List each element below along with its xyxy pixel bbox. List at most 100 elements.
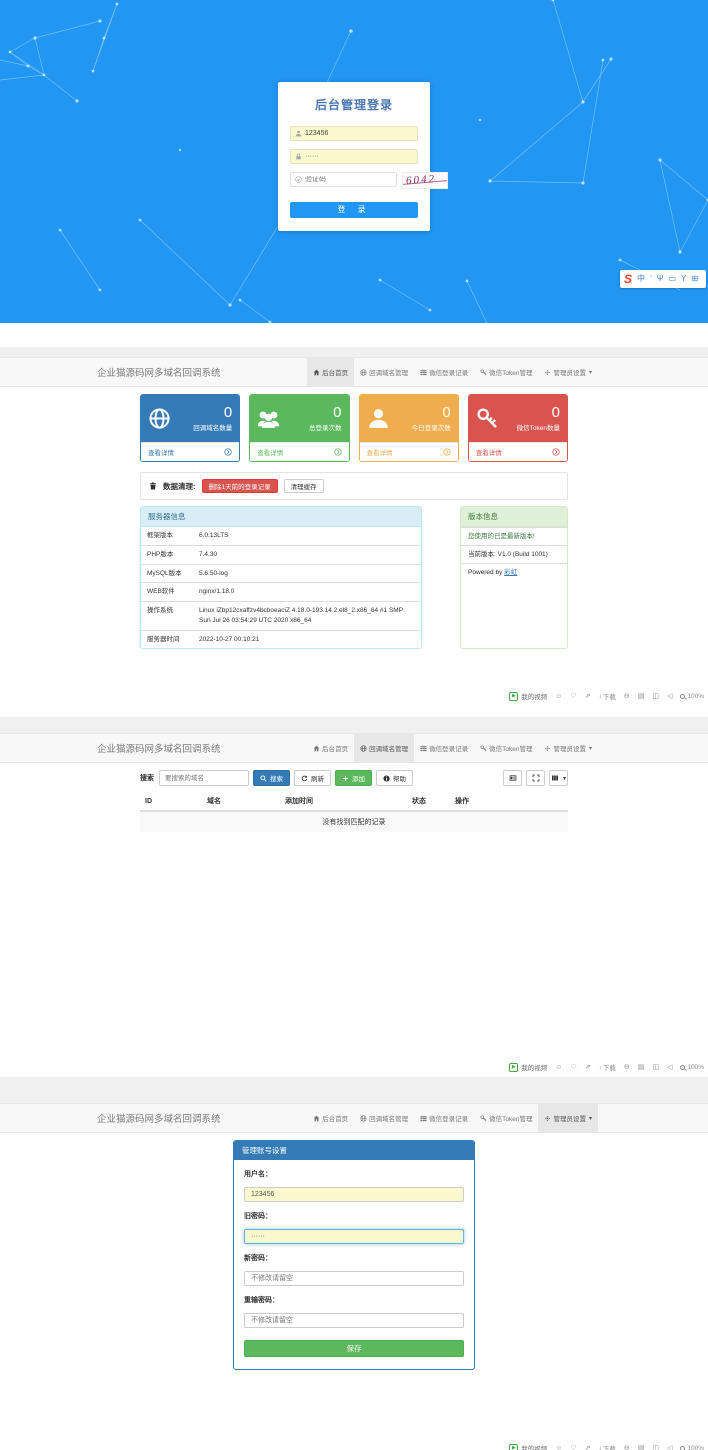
recorder-label[interactable]: 我的视频 <box>521 1062 547 1072</box>
heart-icon[interactable]: ♡ <box>570 1444 576 1450</box>
powered-by-link[interactable]: 彩虹 <box>504 569 517 576</box>
record-icon[interactable]: ⊖ <box>624 692 630 700</box>
nav-item-token[interactable]: 微信Token管理 <box>474 358 538 386</box>
password-field-wrap <box>290 149 418 164</box>
search-input[interactable] <box>159 770 249 786</box>
stat-label: 回调域名数量 <box>193 422 232 432</box>
add-button[interactable]: 添加 <box>335 770 372 786</box>
ime-keyboard-icon[interactable]: ▭ <box>668 275 676 283</box>
nav-item-domains[interactable]: 回调域名管理 <box>354 358 414 386</box>
brand[interactable]: 企业猫源码网多域名回调系统 <box>97 1111 221 1125</box>
stat-cards: 0 回调域名数量 查看详情 0 总登录次数 <box>140 387 568 462</box>
nav-item-admin-settings[interactable]: 管理员设置▾ <box>538 358 598 386</box>
nav-item-login-records[interactable]: 微信登录记录 <box>414 734 474 762</box>
speaker-icon[interactable]: ◁ <box>667 1063 672 1071</box>
save-button[interactable]: 保存 <box>244 1340 464 1357</box>
rocket-icon[interactable]: ⇗ <box>585 1444 591 1450</box>
nav-item-home[interactable]: 后台首页 <box>307 358 354 386</box>
ime-skin-icon[interactable]: Y <box>681 275 686 283</box>
download-button[interactable]: ↓下载 <box>599 691 616 701</box>
help-button[interactable]: 帮助 <box>376 770 413 786</box>
refresh-button[interactable]: 刷新 <box>294 770 331 786</box>
download-button[interactable]: ↓下载 <box>599 1443 616 1450</box>
nav-item-token[interactable]: 微信Token管理 <box>474 734 538 762</box>
play-icon[interactable]: ▶ <box>509 692 518 701</box>
brand[interactable]: 企业猫源码网多域名回调系统 <box>97 741 221 755</box>
heart-icon[interactable]: ♡ <box>570 692 576 700</box>
login-button[interactable]: 登 录 <box>290 202 418 218</box>
captcha-image[interactable]: 6042 <box>402 172 448 189</box>
ime-toolbox-icon[interactable]: ⊞ <box>691 275 698 283</box>
zoom-control[interactable]: 100% <box>680 1445 704 1450</box>
version-info-title: 版本信息 <box>461 507 567 527</box>
stat-card-link[interactable]: 查看详情 <box>469 442 567 461</box>
play-icon[interactable]: ▶ <box>509 1063 518 1072</box>
nav-item-admin-settings[interactable]: 管理员设置▾ <box>538 734 598 762</box>
nav-item-domains[interactable]: 回调域名管理 <box>354 734 414 762</box>
nav-item-login-records[interactable]: 微信登录记录 <box>414 1104 474 1132</box>
clear-cache-button[interactable]: 清理缓存 <box>284 479 324 493</box>
nav-item-domains[interactable]: 回调域名管理 <box>354 1104 414 1132</box>
column-header-id: ID <box>140 792 202 811</box>
nav-item-home[interactable]: 后台首页 <box>307 1104 354 1132</box>
nav-item-token[interactable]: 微信Token管理 <box>474 1104 538 1132</box>
navbar-dashboard: 企业猫源码网多域名回调系统 后台首页 回调域名管理 微信登录记录 微信Token… <box>0 357 708 387</box>
list-icon[interactable]: ▤ <box>638 1444 645 1450</box>
table-row: PHP版本7.4.30 <box>141 545 421 564</box>
speaker-icon[interactable]: ◁ <box>667 1444 672 1450</box>
nav-item-login-records[interactable]: 微信登录记录 <box>414 358 474 386</box>
username-field[interactable] <box>244 1187 464 1202</box>
record-icon[interactable]: ⊖ <box>624 1063 630 1071</box>
fullscreen-button[interactable] <box>526 770 545 786</box>
password-input[interactable] <box>305 153 417 160</box>
stat-card-today-logins: 0 今日登录次数 查看详情 <box>359 394 459 462</box>
stat-card-link[interactable]: 查看详情 <box>250 442 348 461</box>
stat-card-link[interactable]: 查看详情 <box>141 442 239 461</box>
nav-item-admin-settings[interactable]: 管理员设置▾ <box>538 1104 598 1132</box>
brand[interactable]: 企业猫源码网多域名回调系统 <box>97 365 221 379</box>
toggle-view-button[interactable] <box>503 770 522 786</box>
copy-icon[interactable]: ◫ <box>652 1444 659 1450</box>
username-input[interactable] <box>305 130 417 137</box>
chevron-down-icon: ▾ <box>589 1115 592 1122</box>
speaker-icon[interactable]: ◁ <box>667 692 672 700</box>
stat-card-link[interactable]: 查看详情 <box>360 442 458 461</box>
emoji-icon[interactable]: ☺ <box>555 1064 562 1071</box>
record-icon[interactable]: ⊖ <box>624 1444 630 1450</box>
columns-button[interactable]: ▾ <box>549 770 568 786</box>
ime-lang-icon[interactable]: 中 <box>637 275 645 283</box>
play-icon[interactable]: ▶ <box>509 1444 518 1450</box>
search-button[interactable]: 搜索 <box>253 770 290 786</box>
stat-label: 微信Token数量 <box>517 422 560 432</box>
ime-logo[interactable]: S <box>624 273 632 285</box>
nav-menu: 后台首页 回调域名管理 微信登录记录 微信Token管理 管理员设置▾ <box>307 358 598 386</box>
old-password-field[interactable] <box>244 1229 464 1244</box>
recorder-label[interactable]: 我的视频 <box>521 691 547 701</box>
download-button[interactable]: ↓下载 <box>599 1062 616 1072</box>
emoji-icon[interactable]: ☺ <box>555 693 562 700</box>
ime-mic-icon[interactable]: Ψ <box>657 275 664 283</box>
panel-title: 管理账号设置 <box>234 1141 474 1160</box>
new-password-field[interactable] <box>244 1271 464 1286</box>
list-icon[interactable]: ▤ <box>638 1063 645 1071</box>
heart-icon[interactable]: ♡ <box>570 1063 576 1071</box>
column-header-status: 状态 <box>407 792 450 811</box>
zoom-control[interactable]: 100% <box>680 693 704 700</box>
rocket-icon[interactable]: ⇗ <box>585 1063 591 1071</box>
list-icon[interactable]: ▤ <box>638 692 645 700</box>
server-info-panel: 服务器信息 框架版本6.0.13LTS PHP版本7.4.30 MySQL版本5… <box>140 506 422 649</box>
zoom-control[interactable]: 100% <box>680 1064 704 1071</box>
stat-card-domains: 0 回调域名数量 查看详情 <box>140 394 240 462</box>
ime-punct-icon[interactable]: ’ <box>650 275 652 283</box>
copy-icon[interactable]: ◫ <box>652 692 659 700</box>
emoji-icon[interactable]: ☺ <box>555 1445 562 1450</box>
copy-icon[interactable]: ◫ <box>652 1063 659 1071</box>
stat-card-total-logins: 0 总登录次数 查看详情 <box>249 394 349 462</box>
repeat-password-field[interactable] <box>244 1313 464 1328</box>
search-label: 搜索 <box>140 773 154 783</box>
captcha-input[interactable] <box>305 176 396 183</box>
recorder-label[interactable]: 我的视频 <box>521 1443 547 1450</box>
rocket-icon[interactable]: ⇗ <box>585 692 591 700</box>
delete-old-logins-button[interactable]: 删除1天前的登录记录 <box>202 479 278 493</box>
nav-item-home[interactable]: 后台首页 <box>307 734 354 762</box>
